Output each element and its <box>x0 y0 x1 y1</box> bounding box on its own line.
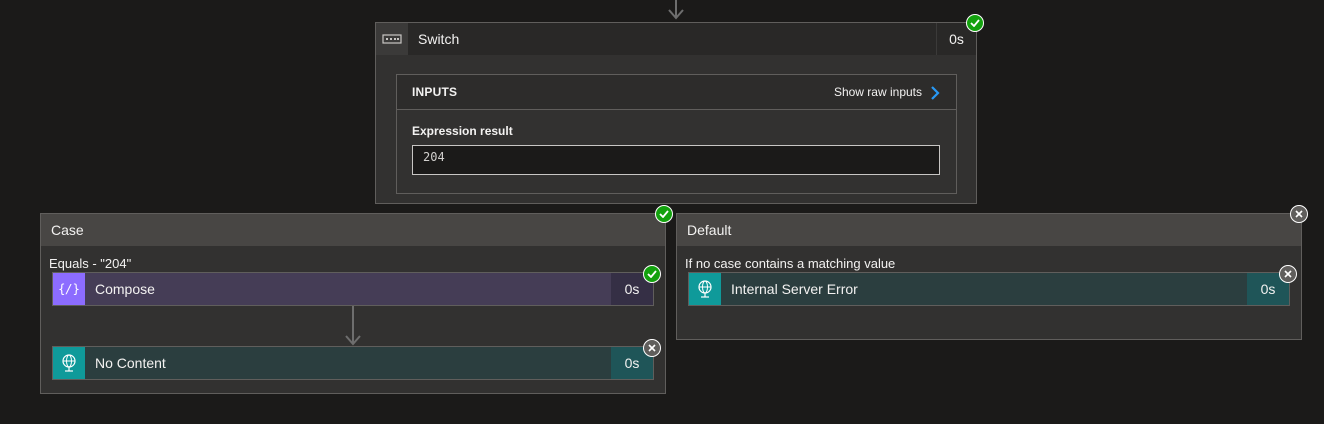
inputs-header: INPUTS Show raw inputs <box>397 75 956 110</box>
success-check-icon <box>966 14 984 32</box>
chevron-right-icon <box>931 85 940 100</box>
internal-server-error-action-card[interactable]: Internal Server Error 0s <box>688 272 1290 306</box>
success-check-icon <box>655 205 673 223</box>
compose-label: Compose <box>95 281 155 297</box>
case-condition: Equals - "204" <box>49 256 132 271</box>
switch-title: Switch <box>418 31 460 47</box>
expression-result-label: Expression result <box>412 124 513 138</box>
skipped-x-icon <box>1290 205 1308 223</box>
skipped-x-icon <box>643 339 661 357</box>
skipped-x-icon <box>1279 265 1297 283</box>
inputs-panel: INPUTS Show raw inputs Expression result… <box>396 74 957 194</box>
compose-action-card[interactable]: {/} Compose 0s <box>52 272 654 306</box>
arrow-down-icon <box>668 9 684 20</box>
default-header[interactable]: Default <box>677 214 1301 246</box>
case-container[interactable]: Case Equals - "204" {/} Compose 0s No Co… <box>40 213 666 394</box>
case-title: Case <box>51 222 84 238</box>
case-header[interactable]: Case <box>41 214 665 246</box>
expression-result-value: 204 <box>423 150 445 164</box>
switch-header[interactable]: Switch 0s <box>376 23 976 55</box>
default-container[interactable]: Default If no case contains a matching v… <box>676 213 1302 340</box>
default-condition: If no case contains a matching value <box>685 256 896 271</box>
success-check-icon <box>643 265 661 283</box>
switch-icon <box>376 23 408 55</box>
globe-icon <box>689 273 721 305</box>
arrow-down-icon <box>345 335 361 346</box>
default-title: Default <box>687 222 732 238</box>
no-content-action-card[interactable]: No Content 0s <box>52 346 654 380</box>
show-raw-inputs-label: Show raw inputs <box>833 85 922 99</box>
compose-icon: {/} <box>53 273 85 305</box>
globe-icon <box>53 347 85 379</box>
expression-result-field[interactable]: 204 <box>412 145 940 175</box>
show-raw-inputs-link[interactable]: Show raw inputs <box>834 75 940 110</box>
inputs-heading: INPUTS <box>412 85 458 99</box>
internal-server-error-label: Internal Server Error <box>731 281 858 297</box>
switch-action-card[interactable]: Switch 0s INPUTS Show raw inputs Express… <box>375 22 977 204</box>
no-content-label: No Content <box>95 355 166 371</box>
